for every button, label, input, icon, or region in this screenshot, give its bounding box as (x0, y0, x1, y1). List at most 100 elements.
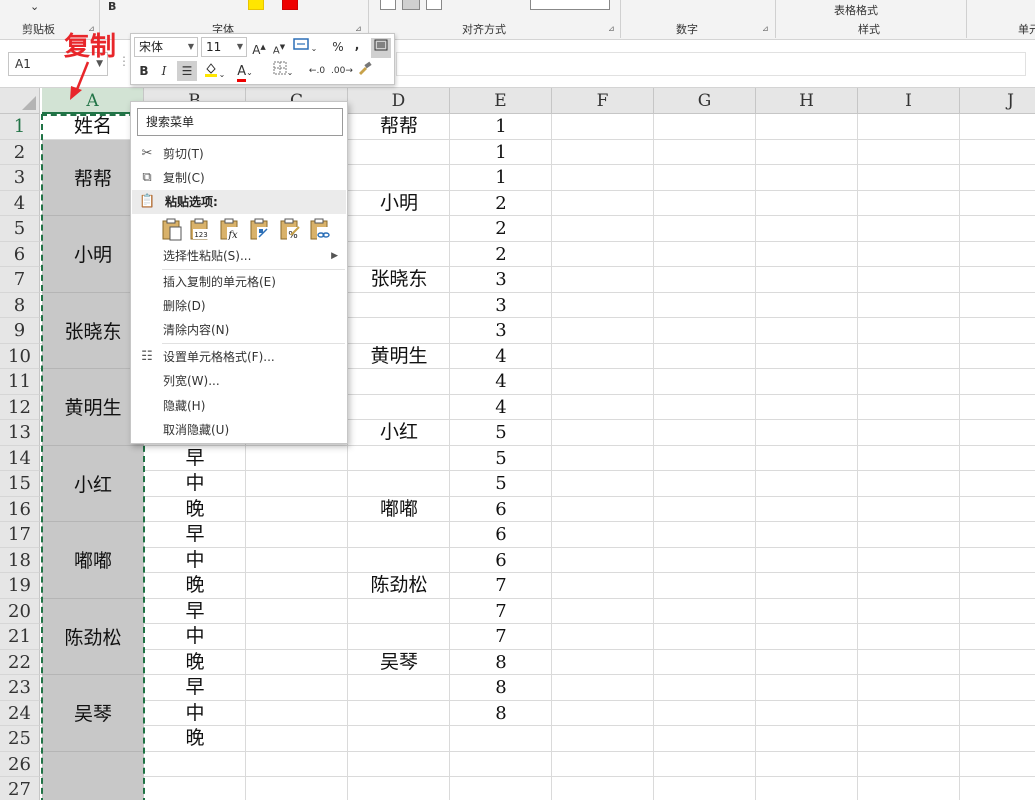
merged-name-cell[interactable]: 帮帮 (42, 139, 144, 216)
cell-e9[interactable]: 3 (450, 318, 552, 344)
percent-style-button[interactable]: % (331, 37, 345, 57)
paste-link-icon[interactable] (309, 217, 331, 241)
font-name-select[interactable]: 宋体 ▼ (134, 37, 198, 57)
insert-copied-cells-menu-item[interactable]: 插入复制的单元格(E) (132, 270, 346, 294)
merged-name-cell[interactable]: 小明 (42, 216, 144, 293)
merged-name-cell[interactable]: 黄明生 (42, 369, 144, 446)
merge-center-button[interactable] (530, 0, 610, 10)
cell-e12[interactable]: 4 (450, 395, 552, 421)
copy-menu-item[interactable]: ⧉ 复制(C) (132, 166, 346, 190)
paste-formulas-icon[interactable]: fx (219, 217, 241, 241)
cell-e6[interactable]: 2 (450, 242, 552, 268)
formula-input[interactable] (396, 52, 1026, 76)
center-align-icon[interactable]: ☰ (177, 61, 197, 81)
column-header-a[interactable]: A (42, 88, 144, 114)
search-menu-input[interactable]: 搜索菜单 (137, 108, 343, 136)
row-header-25[interactable]: 25 (0, 726, 40, 752)
increase-decimal-icon[interactable]: ←.0 (307, 61, 327, 81)
row-header-4[interactable]: 4 (0, 190, 40, 216)
merged-name-cell[interactable]: 陈劲松 (42, 598, 144, 675)
paste-icon[interactable] (161, 217, 183, 241)
fill-color-icon[interactable]: ⌄ (201, 61, 227, 81)
cell-b18[interactable]: 中 (144, 548, 246, 574)
column-width-menu-item[interactable]: 列宽(W)... (132, 369, 346, 393)
cell-d19[interactable]: 陈劲松 (348, 573, 450, 599)
cell-d13[interactable]: 小红 (348, 420, 450, 446)
merged-name-cell[interactable]: 嘟嘟 (42, 522, 144, 599)
row-header-8[interactable]: 8 (0, 292, 40, 318)
font-size-select[interactable]: 11 ▼ (201, 37, 247, 57)
hide-menu-item[interactable]: 隐藏(H) (132, 394, 346, 418)
row-header-10[interactable]: 10 (0, 343, 40, 369)
row-header-24[interactable]: 24 (0, 700, 40, 726)
cell-b14[interactable]: 早 (144, 446, 246, 472)
table-format-button[interactable]: 表格格式 (834, 2, 878, 18)
delete-menu-item[interactable]: 删除(D) (132, 294, 346, 318)
merged-name-cell[interactable]: 小红 (42, 445, 144, 522)
chevron-down-icon[interactable]: ▼ (237, 38, 243, 56)
column-header-e[interactable]: E (450, 88, 552, 114)
format-painter-icon[interactable] (371, 38, 391, 58)
align-left-fragment[interactable] (380, 0, 396, 10)
column-header-d[interactable]: D (348, 88, 450, 114)
cell-e15[interactable]: 5 (450, 471, 552, 497)
row-header-18[interactable]: 18 (0, 547, 40, 573)
paste-formatting-icon[interactable]: % (279, 217, 301, 241)
comma-style-button[interactable]: , (351, 35, 363, 55)
column-header-g[interactable]: G (654, 88, 756, 114)
row-header-17[interactable]: 17 (0, 522, 40, 548)
row-header-6[interactable]: 6 (0, 241, 40, 267)
cell-d16[interactable]: 嘟嘟 (348, 497, 450, 523)
cell-e14[interactable]: 5 (450, 446, 552, 472)
font-launcher-icon[interactable]: ⊿ (355, 24, 362, 33)
row-header-15[interactable]: 15 (0, 471, 40, 497)
column-header-j[interactable]: J (960, 88, 1035, 114)
row-header-12[interactable]: 12 (0, 394, 40, 420)
cell-e24[interactable]: 8 (450, 701, 552, 727)
cell-e10[interactable]: 4 (450, 344, 552, 370)
cell-e4[interactable]: 2 (450, 191, 552, 217)
borders-icon[interactable]: ⌄ (271, 61, 295, 81)
row-header-21[interactable]: 21 (0, 624, 40, 650)
row-header-19[interactable]: 19 (0, 573, 40, 599)
cell-e19[interactable]: 7 (450, 573, 552, 599)
cell-b15[interactable]: 中 (144, 471, 246, 497)
format-cells-menu-item[interactable]: ☷ 设置单元格格式(F)... (132, 345, 346, 369)
cell-e5[interactable]: 2 (450, 216, 552, 242)
cell-d1[interactable]: 帮帮 (348, 114, 450, 140)
cell-e1[interactable]: 1 (450, 114, 552, 140)
row-header-14[interactable]: 14 (0, 445, 40, 471)
cell-e23[interactable]: 8 (450, 675, 552, 701)
row-header-2[interactable]: 2 (0, 139, 40, 165)
select-all-corner[interactable] (0, 88, 40, 114)
cell-e7[interactable]: 3 (450, 267, 552, 293)
cell-e13[interactable]: 5 (450, 420, 552, 446)
cell-b25[interactable]: 晚 (144, 726, 246, 752)
unhide-menu-item[interactable]: 取消隐藏(U) (132, 418, 346, 442)
font-color-swatch[interactable] (282, 0, 298, 10)
row-header-11[interactable]: 11 (0, 369, 40, 395)
number-format-icon[interactable]: ⌄ (291, 37, 319, 57)
cell-b17[interactable]: 早 (144, 522, 246, 548)
format-painter-brush-icon[interactable] (355, 61, 375, 81)
cell-b21[interactable]: 中 (144, 624, 246, 650)
font-color-icon[interactable]: A⌄ (233, 61, 257, 82)
row-header-16[interactable]: 16 (0, 496, 40, 522)
cell-e17[interactable]: 6 (450, 522, 552, 548)
cell-e8[interactable]: 3 (450, 293, 552, 319)
cell-e3[interactable]: 1 (450, 165, 552, 191)
bold-button[interactable]: B (137, 61, 151, 81)
chevron-down-icon[interactable]: ▼ (188, 38, 194, 56)
align-center-fragment[interactable] (402, 0, 420, 10)
cell-e11[interactable]: 4 (450, 369, 552, 395)
cell-b16[interactable]: 晚 (144, 497, 246, 523)
row-header-27[interactable]: 27 (0, 777, 40, 800)
bold-fragment[interactable]: B (108, 0, 116, 13)
row-header-26[interactable]: 26 (0, 751, 40, 777)
row-header-13[interactable]: 13 (0, 420, 40, 446)
paste-special-menu-item[interactable]: 选择性粘贴(S)... ▶ (132, 244, 346, 268)
cell-d7[interactable]: 张晓东 (348, 267, 450, 293)
cell-b20[interactable]: 早 (144, 599, 246, 625)
increase-font-icon[interactable]: A▲ (251, 37, 267, 57)
align-right-fragment[interactable] (426, 0, 442, 10)
